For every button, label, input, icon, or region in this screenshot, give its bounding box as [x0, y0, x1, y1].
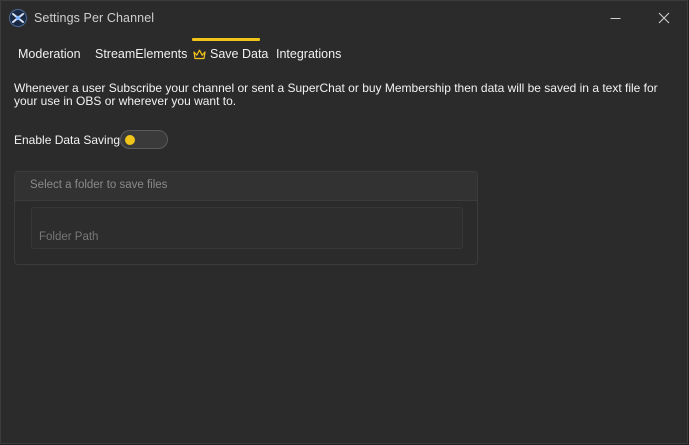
save-data-description: Whenever a user Subscribe your channel o… [14, 81, 658, 108]
title-bar[interactable]: Settings Per Channel [1, 1, 687, 35]
minimize-button[interactable] [592, 1, 638, 35]
toggle-knob [125, 135, 135, 145]
enable-data-saving-toggle[interactable] [120, 130, 168, 149]
window-title: Settings Per Channel [34, 11, 155, 25]
folder-path-input[interactable]: Folder Path [31, 207, 463, 249]
app-logo-icon [9, 9, 27, 27]
folder-select-card: Select a folder to save files Folder Pat… [14, 171, 478, 265]
tab-integrations[interactable]: Integrations [276, 47, 341, 61]
tab-save-data[interactable]: Save Data [193, 47, 268, 61]
folder-card-header-label: Select a folder to save files [30, 179, 168, 191]
tab-bar: Moderation StreamElements Save Data Inte… [1, 35, 687, 75]
enable-data-saving-label: Enable Data Saving [14, 133, 121, 147]
active-tab-indicator [192, 38, 260, 41]
crown-icon [193, 49, 206, 59]
tab-moderation[interactable]: Moderation [18, 47, 81, 61]
folder-card-header[interactable]: Select a folder to save files [15, 172, 477, 201]
close-icon [658, 12, 670, 24]
close-button[interactable] [641, 1, 687, 35]
folder-path-placeholder: Folder Path [39, 231, 99, 243]
tab-save-data-label: Save Data [210, 47, 269, 61]
minimize-icon [610, 17, 620, 19]
tab-streamelements[interactable]: StreamElements [95, 47, 187, 61]
settings-window: Settings Per Channel Moderation StreamEl… [0, 0, 688, 444]
